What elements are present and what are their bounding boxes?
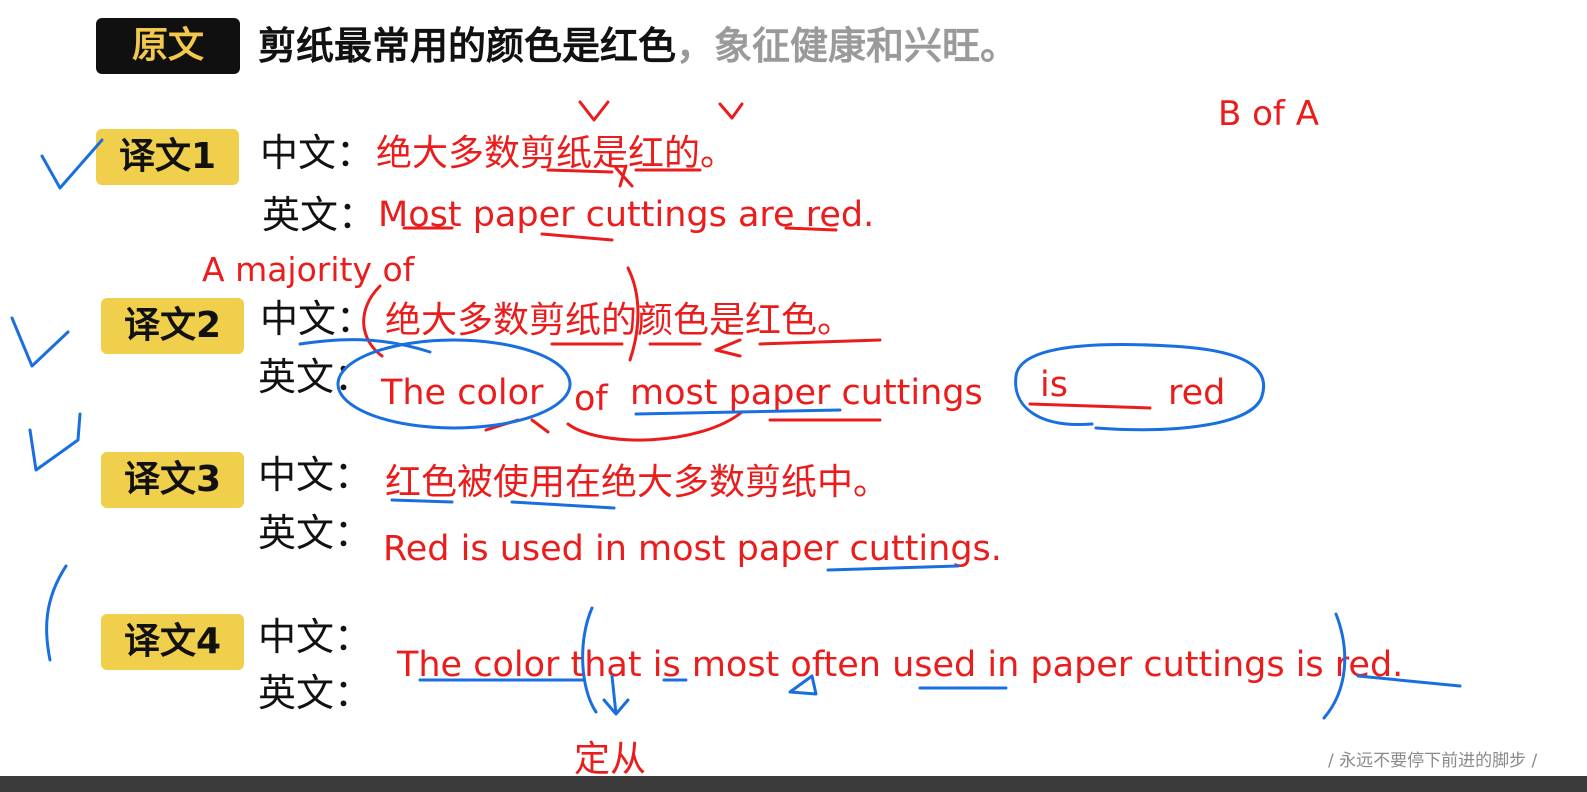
- source-rest: ，象征健康和兴旺。: [676, 24, 1019, 68]
- translation-4-badge: 译文4: [101, 614, 244, 670]
- blue-check-2: [10, 316, 70, 368]
- note-b-of-a: B of A: [1218, 94, 1319, 134]
- translation-3-zh-label: 中文：: [258, 453, 373, 497]
- translation-4-zh-label: 中文：: [258, 615, 373, 659]
- translation-1-en-label: 英文：: [262, 193, 377, 237]
- translation-2-zh: 绝大多数剪纸的颜色是红色。: [385, 300, 854, 341]
- translation-2-zh-label: 中文：: [260, 297, 375, 341]
- note-a-majority-of: A majority of: [202, 250, 415, 289]
- source-badge: 原文: [96, 18, 240, 74]
- translation-4-en-label: 英文：: [258, 671, 373, 715]
- translation-3-zh: 红色被使用在绝大多数剪纸中。: [385, 462, 890, 503]
- translation-4-en: The color that is most often used in pap…: [397, 645, 1404, 685]
- translation-2-en-part-1: The color: [381, 373, 544, 413]
- translation-3-en-label: 英文：: [258, 511, 373, 555]
- translation-2-en-part-3: most paper cuttings: [630, 373, 983, 413]
- translation-1-zh: 绝大多数剪纸是红的。: [376, 133, 737, 174]
- source-main: 剪纸最常用的颜色是红色: [258, 24, 677, 68]
- translation-3-badge: 译文3: [101, 452, 244, 508]
- translation-2-en-label: 英文：: [258, 355, 373, 399]
- translation-1-en: Most paper cuttings are red.: [378, 195, 875, 235]
- translation-2-en-part-4: is: [1040, 365, 1068, 405]
- translation-1-zh-label: 中文：: [260, 131, 375, 175]
- red-tick-1: [578, 100, 610, 122]
- translation-3-en: Red is used in most paper cuttings.: [383, 529, 1002, 569]
- translation-2-en-part-2: of: [574, 379, 608, 419]
- translation-2-en-part-5: red: [1168, 373, 1226, 413]
- footer-motto: / 永远不要停下前进的脚步 /: [1328, 751, 1538, 771]
- translation-2-badge: 译文2: [101, 298, 244, 354]
- source-sentence: 剪纸最常用的颜色是红色，象征健康和兴旺。: [258, 16, 1018, 76]
- red-tick-2: [718, 102, 744, 120]
- blue-paren-4: [45, 564, 68, 662]
- translation-1-badge: 译文1: [96, 129, 239, 185]
- bottom-bar: [0, 776, 1587, 792]
- blue-check-3: [28, 412, 82, 472]
- red-mark-color: [484, 418, 550, 434]
- blue-check-1: [40, 138, 104, 190]
